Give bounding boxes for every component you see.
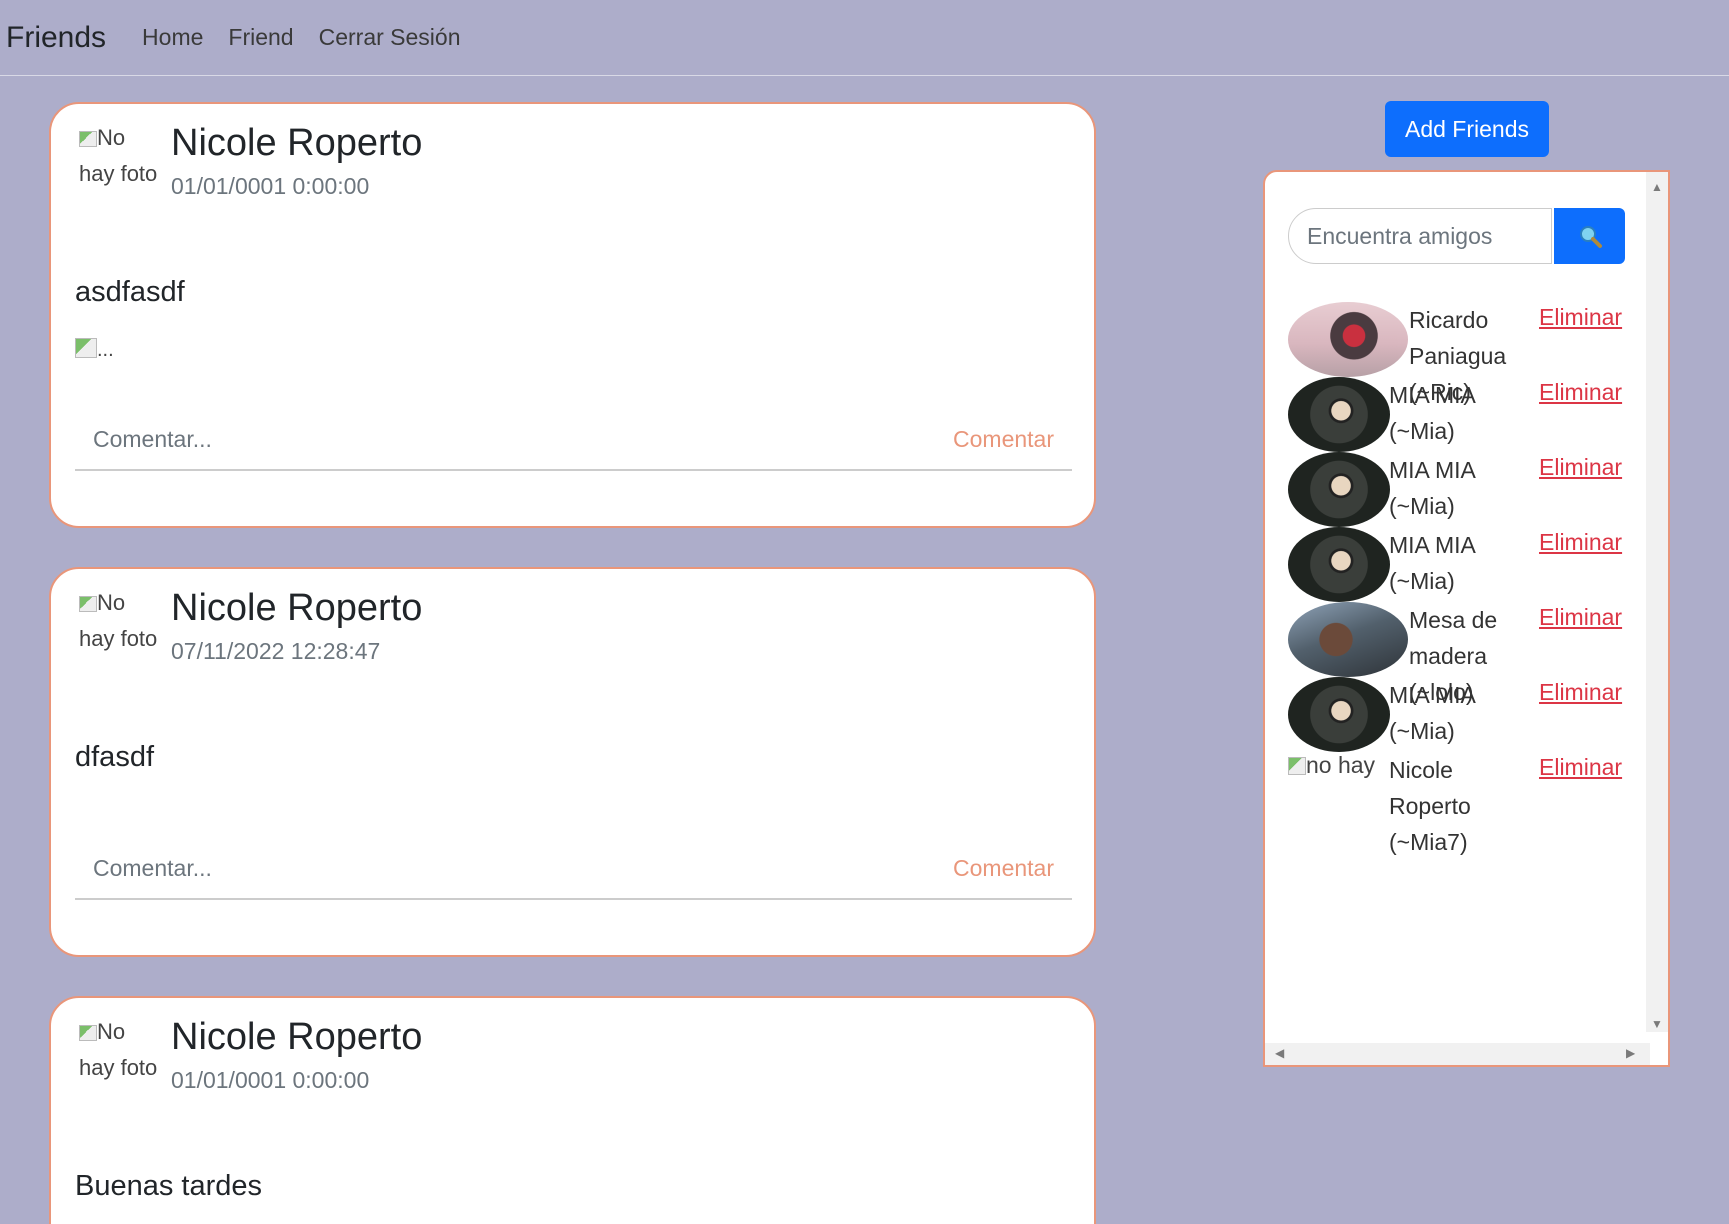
friend-search (1288, 208, 1625, 264)
comment-input[interactable] (93, 425, 693, 453)
nav-link-friend[interactable]: Friend (228, 24, 293, 51)
scroll-down-icon[interactable]: ▼ (1651, 1017, 1663, 1031)
friend-avatar (1288, 377, 1390, 452)
friend-name: MIA MIA (~Mia) (1389, 682, 1475, 744)
brand-logo[interactable]: Friends (6, 21, 106, 55)
post-date: 01/01/0001 0:00:00 (171, 173, 370, 199)
post-header: No hay foto Nicole Roperto 01/01/0001 0:… (75, 120, 422, 200)
post-author: Nicole Roperto (171, 1016, 423, 1058)
horizontal-scrollbar[interactable]: ◀ ▶ (1265, 1043, 1650, 1065)
navbar: Friends Home Friend Cerrar Sesión (0, 0, 1729, 76)
scroll-left-icon[interactable]: ◀ (1275, 1046, 1284, 1060)
post-avatar: No hay foto (79, 590, 158, 651)
post-text: asdfasdf (75, 276, 185, 308)
nav-link-home[interactable]: Home (142, 24, 203, 51)
friend-avatar (1288, 677, 1390, 752)
broken-image-icon (79, 596, 97, 612)
nav-link-logout[interactable]: Cerrar Sesión (319, 24, 461, 51)
remove-friend-link[interactable]: Eliminar (1539, 454, 1622, 481)
friend-name: MIA MIA (~Mia) (1389, 382, 1475, 444)
remove-friend-link[interactable]: Eliminar (1539, 379, 1622, 406)
post-date: 07/11/2022 12:28:47 (171, 638, 381, 664)
post-avatar: No hay foto (79, 1019, 158, 1080)
add-friends-button[interactable]: Add Friends (1385, 101, 1549, 157)
remove-friend-link[interactable]: Eliminar (1539, 679, 1622, 706)
scroll-right-icon[interactable]: ▶ (1626, 1046, 1635, 1060)
post-card: No hay foto Nicole Roperto 07/11/2022 12… (49, 567, 1096, 957)
post-text: Buenas tardes (75, 1170, 263, 1202)
vertical-scrollbar[interactable]: ▲ ▼ (1646, 172, 1668, 1032)
friend-avatar (1288, 452, 1390, 527)
friends-panel: Ricardo Paniagua (~Ric) Eliminar MIA MIA… (1263, 170, 1670, 1067)
post-header: No hay foto Nicole Roperto 07/11/2022 12… (75, 585, 422, 665)
comment-row: Comentar (75, 838, 1072, 900)
remove-friend-link[interactable]: Eliminar (1539, 754, 1622, 781)
comment-row: Comentar (75, 409, 1072, 471)
comment-input[interactable] (93, 854, 693, 882)
post-date: 01/01/0001 0:00:00 (171, 1067, 370, 1093)
post-header: No hay foto Nicole Roperto 01/01/0001 0:… (75, 1014, 422, 1094)
remove-friend-link[interactable]: Eliminar (1539, 304, 1622, 331)
remove-friend-link[interactable]: Eliminar (1539, 529, 1622, 556)
magnifier-icon (1579, 226, 1602, 248)
broken-image-icon (79, 131, 97, 147)
broken-image-icon (75, 338, 97, 358)
post-card: No hay foto Nicole Roperto 01/01/0001 0:… (49, 996, 1096, 1224)
friend-name: MIA MIA (~Mia) (1389, 532, 1475, 594)
friend-avatar (1288, 302, 1408, 377)
scroll-up-icon[interactable]: ▲ (1651, 180, 1663, 194)
broken-image-icon (79, 1025, 97, 1041)
post-author: Nicole Roperto (171, 122, 423, 164)
search-input[interactable] (1288, 208, 1552, 264)
friend-name: MIA MIA (~Mia) (1389, 457, 1475, 519)
friend-avatar (1288, 527, 1390, 602)
post-image: ... (75, 338, 114, 362)
comment-button[interactable]: Comentar (953, 855, 1054, 882)
post-text: dfasdf (75, 741, 154, 773)
post-author: Nicole Roperto (171, 587, 423, 629)
search-button[interactable] (1554, 208, 1625, 264)
remove-friend-link[interactable]: Eliminar (1539, 604, 1622, 631)
friend-avatar: no hay (1288, 752, 1375, 779)
post-avatar: No hay foto (79, 125, 158, 186)
broken-image-icon (1288, 757, 1306, 775)
post-card: No hay foto Nicole Roperto 01/01/0001 0:… (49, 102, 1096, 528)
friend-name: Nicole Roperto (~Mia7) (1389, 757, 1471, 855)
comment-button[interactable]: Comentar (953, 426, 1054, 453)
friend-avatar (1288, 602, 1408, 677)
